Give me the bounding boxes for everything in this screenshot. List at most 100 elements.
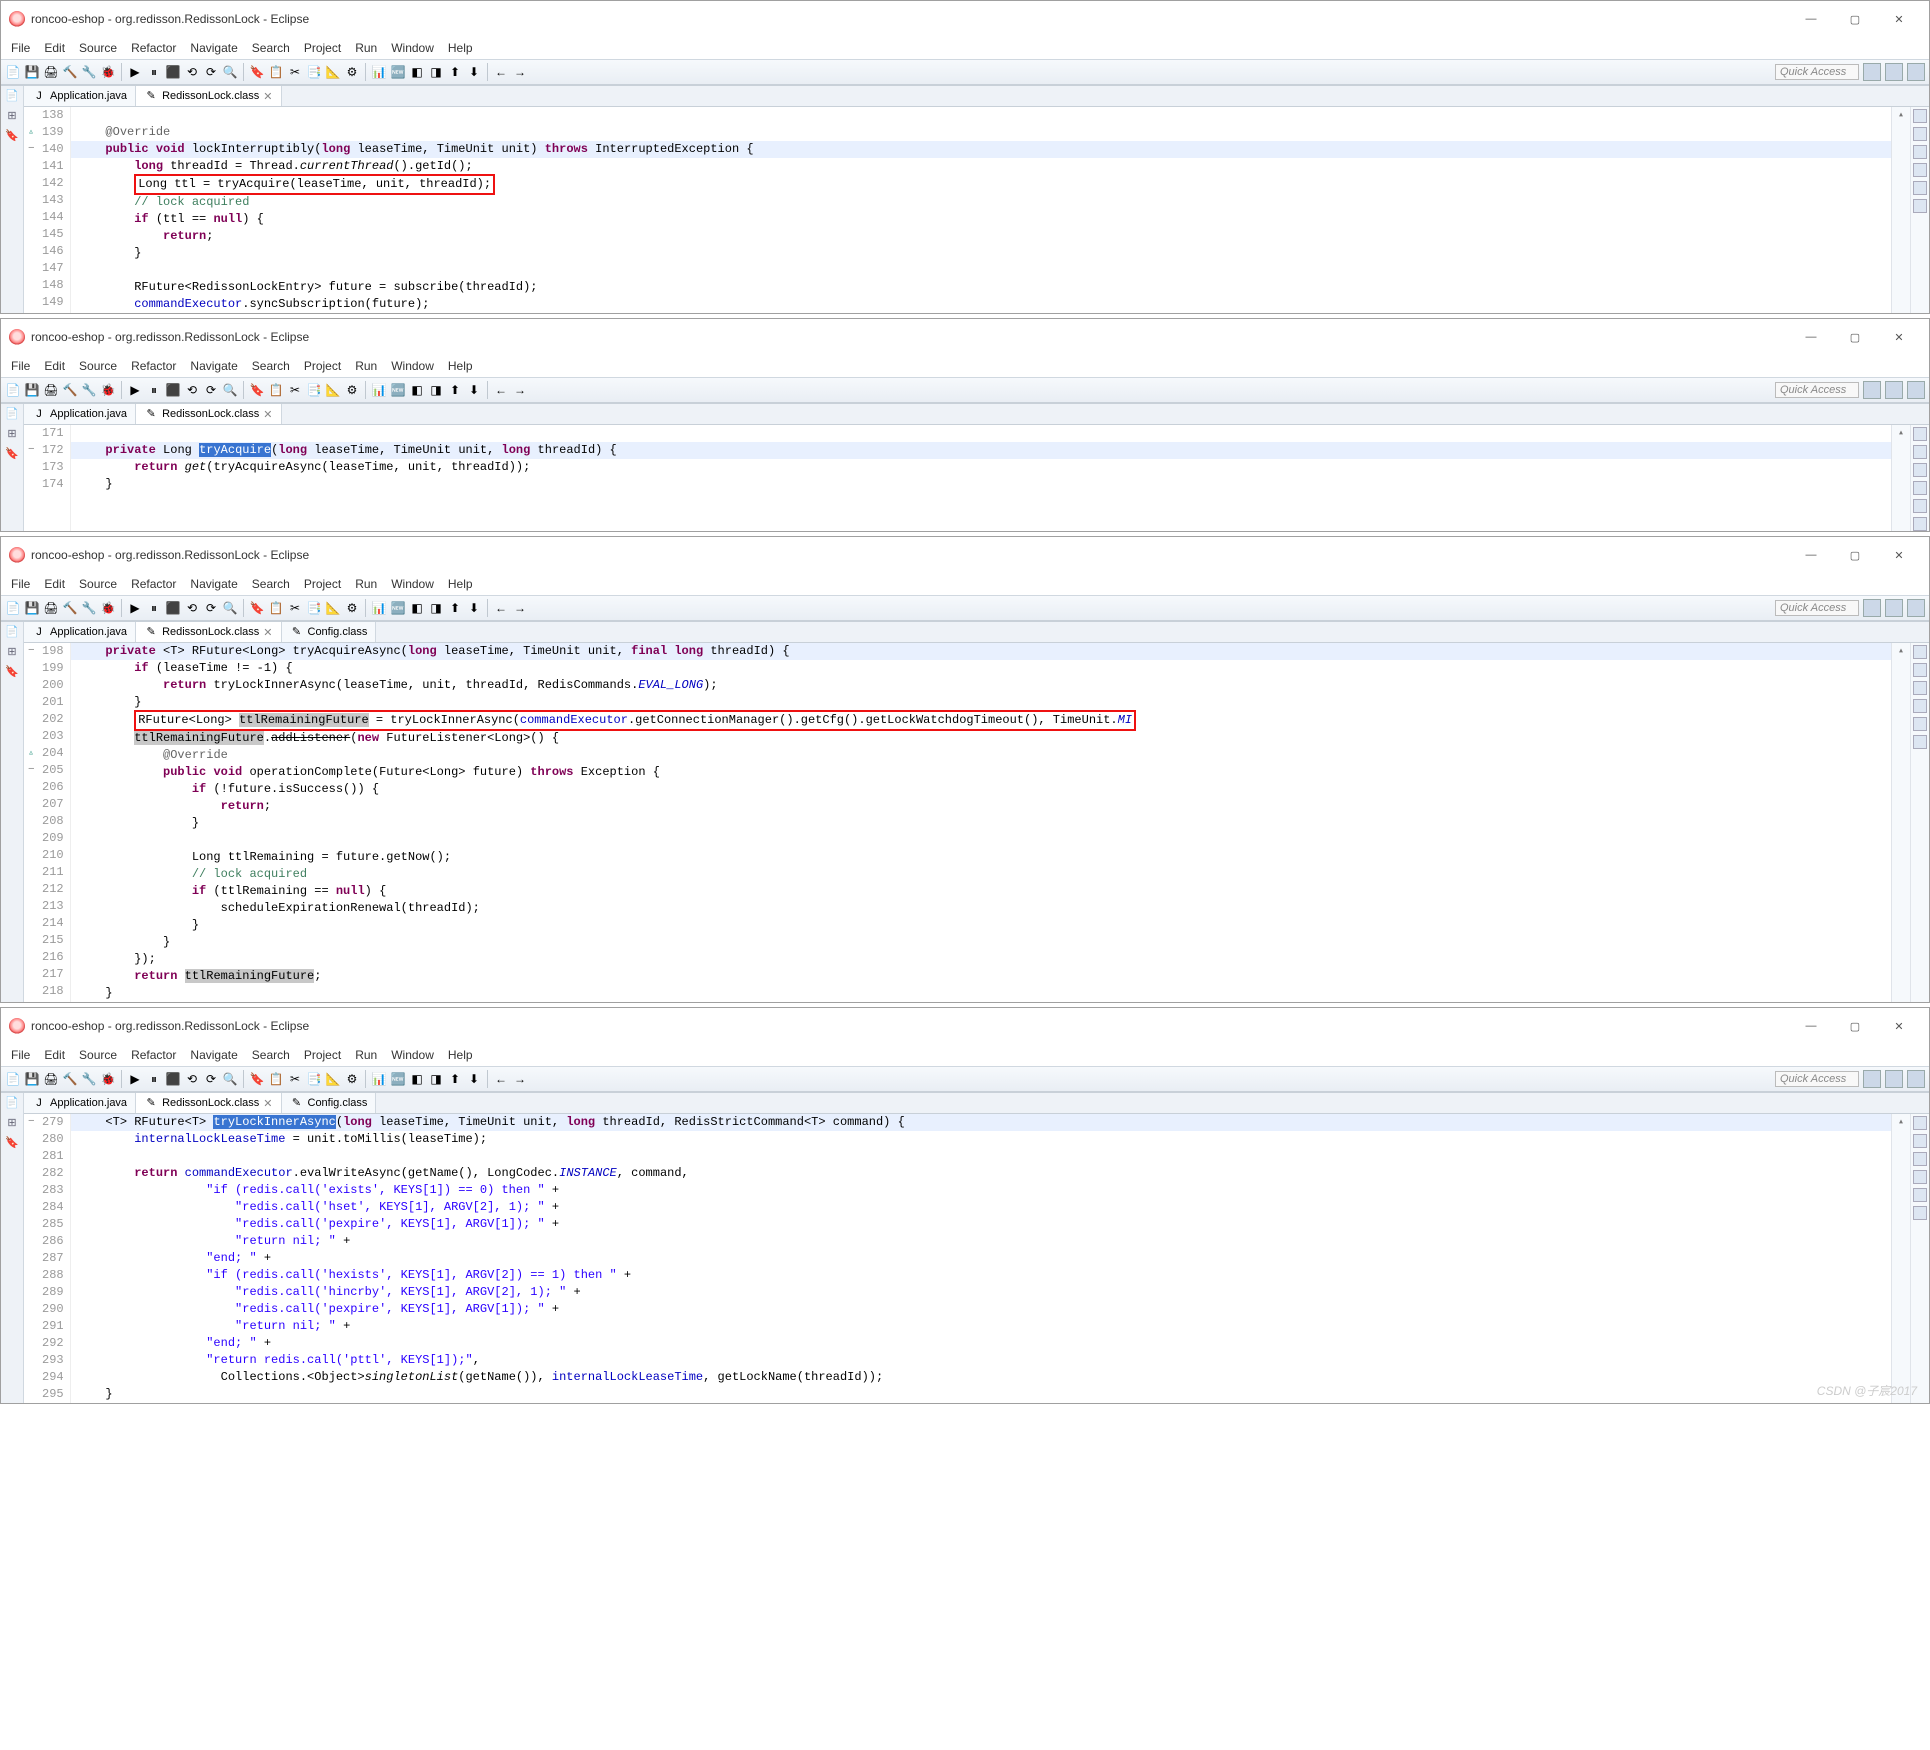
menu-project[interactable]: Project: [298, 357, 347, 375]
toolbar-button-16[interactable]: 📐: [325, 600, 341, 616]
toolbar-button-14[interactable]: ✂: [287, 1071, 303, 1087]
toolbar-button-19[interactable]: 🆕: [390, 382, 406, 398]
menu-search[interactable]: Search: [246, 357, 296, 375]
perspective-button-0[interactable]: [1863, 1070, 1881, 1088]
menu-file[interactable]: File: [5, 357, 36, 375]
code-line[interactable]: "return nil; " +: [77, 1233, 1885, 1250]
trim-icon-2[interactable]: 🔖: [4, 128, 20, 144]
toolbar-button-4[interactable]: 🔧: [81, 382, 97, 398]
perspective-button-1[interactable]: [1885, 599, 1903, 617]
code-line[interactable]: [77, 832, 1885, 849]
tab-config-class[interactable]: ✎Config.class: [282, 1093, 377, 1113]
menu-window[interactable]: Window: [385, 39, 440, 57]
overview-mark-0[interactable]: [1913, 1116, 1927, 1130]
toolbar-button-23[interactable]: ⬇: [466, 64, 482, 80]
toolbar-button-5[interactable]: 🐞: [100, 64, 116, 80]
code-line[interactable]: "end; " +: [77, 1250, 1885, 1267]
toolbar-button-12[interactable]: 🔖: [249, 1071, 265, 1087]
menu-window[interactable]: Window: [385, 575, 440, 593]
toolbar-button-0[interactable]: 📄: [5, 1071, 21, 1087]
toolbar-button-20[interactable]: ◧: [409, 382, 425, 398]
minimize-button[interactable]: —: [1789, 323, 1833, 351]
code-line[interactable]: return tryLockInnerAsync(leaseTime, unit…: [77, 677, 1885, 694]
overview-mark-4[interactable]: [1913, 499, 1927, 513]
code-line[interactable]: "redis.call('hset', KEYS[1], ARGV[2], 1)…: [77, 1199, 1885, 1216]
perspective-button-1[interactable]: [1885, 63, 1903, 81]
tab-application-java[interactable]: JApplication.java: [24, 86, 136, 106]
tab-redissonlock-class[interactable]: ✎RedissonLock.class✕: [136, 86, 281, 106]
maximize-button[interactable]: ▢: [1833, 1012, 1877, 1040]
toolbar-button-7[interactable]: ⏸: [146, 1071, 162, 1087]
toolbar-button-18[interactable]: 📊: [371, 1071, 387, 1087]
toolbar-button-17[interactable]: ⚙: [344, 1071, 360, 1087]
quick-access-input[interactable]: [1775, 64, 1859, 80]
toolbar-button-13[interactable]: 📋: [268, 600, 284, 616]
toolbar-button-21[interactable]: ◨: [428, 382, 444, 398]
toolbar-button-7[interactable]: ⏸: [146, 382, 162, 398]
code-line[interactable]: }: [77, 985, 1885, 1002]
menu-help[interactable]: Help: [442, 1046, 479, 1064]
code-line[interactable]: RFuture<RedissonLockEntry> future = subs…: [77, 279, 1885, 296]
menu-file[interactable]: File: [5, 39, 36, 57]
code-line[interactable]: "return nil; " +: [77, 1318, 1885, 1335]
toolbar-button-3[interactable]: 🔨: [62, 382, 78, 398]
code-line[interactable]: private Long tryAcquire(long leaseTime, …: [71, 442, 1891, 459]
code-line[interactable]: }: [77, 1386, 1885, 1403]
menu-help[interactable]: Help: [442, 39, 479, 57]
overview-mark-2[interactable]: [1913, 681, 1927, 695]
code-line[interactable]: @Override: [77, 747, 1885, 764]
toolbar-button-6[interactable]: ▶: [127, 1071, 143, 1087]
toolbar-button-16[interactable]: 📐: [325, 382, 341, 398]
scroll-up-icon[interactable]: ▴: [1892, 643, 1910, 659]
toolbar-button-19[interactable]: 🆕: [390, 64, 406, 80]
menu-navigate[interactable]: Navigate: [184, 39, 243, 57]
trim-icon-1[interactable]: ⊞: [4, 644, 20, 660]
toolbar-button-9[interactable]: ⟲: [184, 1071, 200, 1087]
perspective-button-0[interactable]: [1863, 381, 1881, 399]
menu-source[interactable]: Source: [73, 1046, 123, 1064]
code-line[interactable]: long threadId = Thread.currentThread().g…: [77, 158, 1885, 175]
code-content[interactable]: @Override public void lockInterruptibly(…: [71, 107, 1891, 313]
code-line[interactable]: }: [77, 815, 1885, 832]
tab-close-icon[interactable]: ✕: [263, 90, 272, 103]
code-line[interactable]: commandExecutor.syncSubscription(future)…: [77, 296, 1885, 313]
toolbar-button-15[interactable]: 📑: [306, 1071, 322, 1087]
toolbar-button-17[interactable]: ⚙: [344, 600, 360, 616]
toolbar-button-1[interactable]: 💾: [24, 600, 40, 616]
code-line[interactable]: return ttlRemainingFuture;: [77, 968, 1885, 985]
toolbar-button-0[interactable]: 📄: [5, 600, 21, 616]
toolbar-button-8[interactable]: ⬛: [165, 64, 181, 80]
maximize-button[interactable]: ▢: [1833, 541, 1877, 569]
toolbar-button-21[interactable]: ◨: [428, 1071, 444, 1087]
menu-edit[interactable]: Edit: [38, 575, 71, 593]
overview-mark-4[interactable]: [1913, 181, 1927, 195]
toolbar-button-10[interactable]: ⟳: [203, 64, 219, 80]
menu-navigate[interactable]: Navigate: [184, 1046, 243, 1064]
toolbar-button-9[interactable]: ⟲: [184, 600, 200, 616]
code-line[interactable]: });: [77, 951, 1885, 968]
trim-icon-0[interactable]: 📄: [4, 624, 20, 640]
menu-run[interactable]: Run: [349, 1046, 383, 1064]
toolbar-button-10[interactable]: ⟳: [203, 1071, 219, 1087]
menu-source[interactable]: Source: [73, 357, 123, 375]
toolbar-button-2[interactable]: 🖨: [43, 382, 59, 398]
toolbar-button-3[interactable]: 🔨: [62, 1071, 78, 1087]
toolbar-button-12[interactable]: 🔖: [249, 64, 265, 80]
overview-mark-2[interactable]: [1913, 1152, 1927, 1166]
overview-mark-3[interactable]: [1913, 163, 1927, 177]
maximize-button[interactable]: ▢: [1833, 5, 1877, 33]
code-line[interactable]: }: [77, 934, 1885, 951]
close-button[interactable]: ✕: [1877, 323, 1921, 351]
menu-navigate[interactable]: Navigate: [184, 575, 243, 593]
toolbar-button-11[interactable]: 🔍: [222, 64, 238, 80]
code-line[interactable]: "redis.call('pexpire', KEYS[1], ARGV[1])…: [77, 1301, 1885, 1318]
toolbar-button-14[interactable]: ✂: [287, 64, 303, 80]
overview-mark-0[interactable]: [1913, 109, 1927, 123]
menu-search[interactable]: Search: [246, 575, 296, 593]
code-editor[interactable]: 1981992002012022032042052062072082092102…: [24, 643, 1929, 1002]
toolbar-button-24[interactable]: ←: [493, 64, 509, 80]
toolbar-button-2[interactable]: 🖨: [43, 600, 59, 616]
menu-search[interactable]: Search: [246, 1046, 296, 1064]
toolbar-button-23[interactable]: ⬇: [466, 600, 482, 616]
overview-mark-3[interactable]: [1913, 481, 1927, 495]
